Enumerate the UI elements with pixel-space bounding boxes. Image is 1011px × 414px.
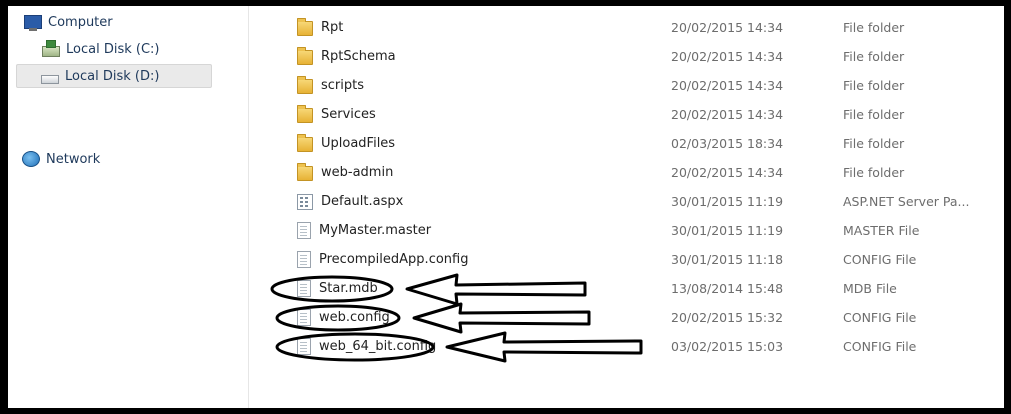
nav-item-computer[interactable]: Computer <box>24 10 174 34</box>
nav-item-local-disk-c[interactable]: Local Disk (C:) <box>42 37 212 61</box>
nav-item-label: Computer <box>48 14 113 30</box>
nav-item-label: Local Disk (D:) <box>65 68 160 84</box>
annotation-overlay <box>270 273 643 363</box>
computer-icon <box>24 15 42 31</box>
file-list[interactable]: Rpt 20/02/2015 14:34 File folder RptSche… <box>249 6 1004 408</box>
explorer-window: Computer Local Disk (C:) Local Disk (D:)… <box>8 6 1004 408</box>
highlight-ellipse <box>270 275 394 303</box>
arrow-left-icon <box>405 273 587 306</box>
nav-item-local-disk-d[interactable]: Local Disk (D:) <box>16 64 212 88</box>
highlight-ellipse <box>275 304 401 332</box>
nav-item-label: Local Disk (C:) <box>66 41 160 57</box>
local-disk-c-icon <box>42 40 60 57</box>
highlight-ellipse <box>275 332 435 362</box>
arrow-left-icon <box>445 331 643 363</box>
nav-item-network[interactable]: Network <box>22 147 172 171</box>
arrow-left-icon <box>412 302 591 334</box>
network-icon <box>22 151 40 167</box>
local-disk-d-icon <box>41 74 59 84</box>
nav-item-label: Network <box>46 151 101 167</box>
navigation-pane[interactable]: Computer Local Disk (C:) Local Disk (D:)… <box>8 6 249 408</box>
